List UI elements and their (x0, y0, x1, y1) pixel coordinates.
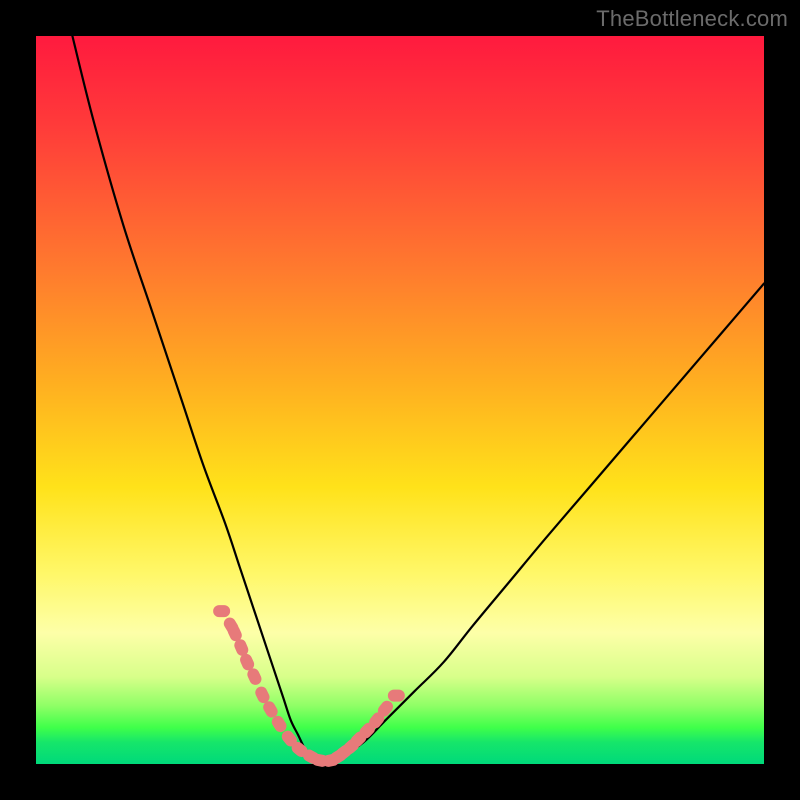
highlight-dots (214, 606, 405, 768)
marker-dot (214, 606, 230, 617)
bottleneck-curve (72, 36, 764, 765)
plot-area (36, 36, 764, 764)
curve-layer (36, 36, 764, 764)
marker-dot (388, 690, 404, 701)
chart-frame: TheBottleneck.com (0, 0, 800, 800)
watermark-text: TheBottleneck.com (596, 6, 788, 32)
